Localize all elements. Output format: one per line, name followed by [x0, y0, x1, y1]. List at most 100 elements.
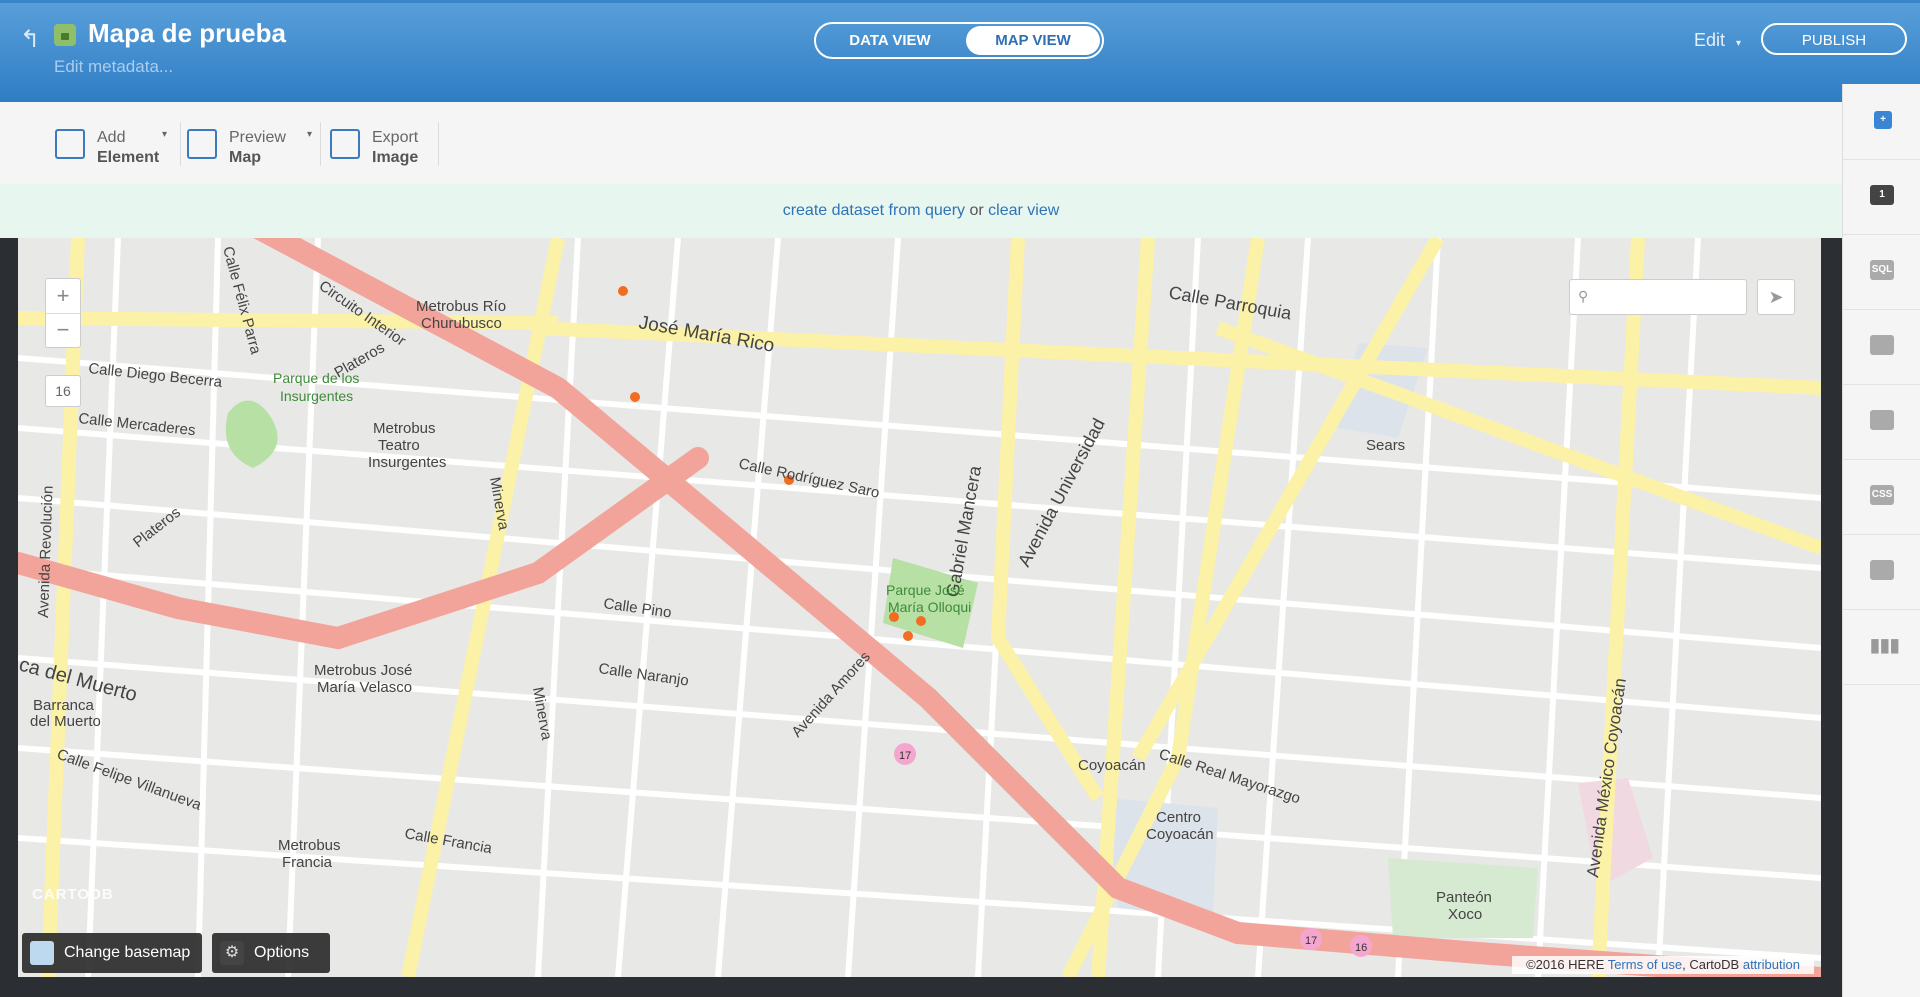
sidebar-item-legends[interactable]: [1843, 534, 1920, 610]
zoom-level: 16: [45, 375, 81, 407]
view-toggle: DATA VIEW MAP VIEW: [814, 22, 1104, 59]
svg-text:del Muerto: del Muerto: [30, 713, 101, 730]
svg-text:17: 17: [899, 750, 911, 762]
brush-icon: [1870, 335, 1894, 355]
zoom-control: + −: [45, 278, 81, 348]
preview-map-button[interactable]: Preview Map ▾: [187, 124, 317, 166]
css-icon: CSS: [1870, 485, 1894, 505]
preview-map-label: Preview: [229, 129, 286, 146]
map-canvas[interactable]: Circuito Interior José María Rico Calle …: [18, 238, 1821, 977]
sidebar-item-infowindow[interactable]: [1843, 384, 1920, 460]
create-dataset-link[interactable]: create dataset from query: [783, 202, 965, 219]
svg-text:María Velasco: María Velasco: [317, 679, 412, 696]
add-element-label: Add: [97, 129, 126, 146]
image-icon: [330, 129, 360, 159]
svg-text:17: 17: [1305, 935, 1317, 947]
map-search-input[interactable]: [1600, 285, 1740, 309]
sidebar-item-layer-1[interactable]: 1: [1843, 159, 1920, 235]
add-layer-icon: +: [1874, 111, 1892, 129]
park-insurgentes: [225, 400, 278, 468]
chevron-down-icon: ▾: [1736, 38, 1742, 49]
basemap: Circuito Interior José María Rico Calle …: [18, 238, 1821, 977]
back-icon[interactable]: ↰: [20, 25, 40, 54]
export-image-sublabel: Image: [372, 149, 419, 166]
edit-label: Edit: [1694, 30, 1726, 50]
query-bar: create dataset from query or clear view: [0, 184, 1842, 238]
toolbar-divider: [180, 122, 181, 166]
svg-text:Churubusco: Churubusco: [421, 315, 502, 332]
sql-icon: SQL: [1870, 260, 1894, 280]
options-label: Options: [254, 944, 310, 961]
svg-text:María Olloqui: María Olloqui: [888, 599, 971, 615]
toolbar-divider: [320, 122, 321, 166]
attribution-prefix: ©2016 HERE: [1526, 957, 1605, 972]
svg-text:Metrobus José: Metrobus José: [314, 662, 412, 679]
svg-text:Sears: Sears: [1366, 437, 1405, 454]
svg-text:Francia: Francia: [282, 854, 333, 871]
svg-text:Avenida Revolución: Avenida Revolución: [35, 485, 57, 618]
svg-text:Parque José: Parque José: [886, 582, 965, 598]
map-view-button[interactable]: MAP VIEW: [966, 26, 1100, 55]
preview-map-sublabel: Map: [229, 149, 261, 166]
svg-text:Coyoacán: Coyoacán: [1078, 757, 1146, 774]
map-search: ⚲: [1569, 279, 1747, 315]
map-attribution: ©2016 HERE Terms of use, CartoDB attribu…: [1512, 956, 1814, 974]
export-image-button[interactable]: Export Image: [330, 124, 430, 166]
attribution-sep: ,: [1682, 957, 1686, 972]
change-basemap-button[interactable]: Change basemap: [22, 933, 202, 973]
chevron-down-icon: ▾: [307, 129, 313, 140]
attribution-cartodb: CartoDB: [1689, 957, 1740, 972]
toolbar: Add Element ▾ Preview Map ▾ Export Image: [0, 102, 1842, 185]
svg-text:Teatro: Teatro: [378, 437, 420, 454]
sidebar-item-add-layer[interactable]: +: [1843, 84, 1920, 160]
svg-text:Parque de los: Parque de los: [273, 370, 359, 386]
basemap-icon: [30, 941, 54, 965]
options-button[interactable]: ⚙ Options: [212, 933, 330, 973]
bar-chart-icon: ▮▮▮: [1870, 635, 1900, 655]
sidebar-item-wizard[interactable]: [1843, 309, 1920, 385]
svg-text:16: 16: [1355, 942, 1367, 954]
preview-map-icon: [187, 129, 217, 159]
publish-button[interactable]: PUBLISH: [1761, 23, 1907, 55]
svg-text:Insurgentes: Insurgentes: [368, 454, 446, 471]
clear-view-link[interactable]: clear view: [988, 202, 1059, 219]
legend-icon: [1870, 560, 1894, 580]
zoom-out-button[interactable]: −: [46, 313, 80, 347]
svg-text:Xoco: Xoco: [1448, 906, 1482, 923]
or-text: or: [969, 202, 984, 219]
svg-text:Coyoacán: Coyoacán: [1146, 826, 1214, 843]
lock-icon[interactable]: [54, 24, 76, 46]
search-icon: ⚲: [1578, 288, 1589, 304]
svg-text:Panteón: Panteón: [1436, 889, 1492, 906]
svg-text:Metrobus Río: Metrobus Río: [416, 298, 506, 315]
sidebar-item-filters[interactable]: ▮▮▮: [1843, 609, 1920, 685]
layer-1-icon: 1: [1870, 185, 1894, 205]
svg-text:Avenida Amores: Avenida Amores: [788, 648, 874, 740]
map-title[interactable]: Mapa de prueba: [88, 18, 286, 49]
attribution-link[interactable]: attribution: [1743, 957, 1800, 972]
zoom-in-button[interactable]: +: [46, 279, 80, 314]
edit-metadata-link[interactable]: Edit metadata...: [54, 57, 173, 77]
add-element-button[interactable]: Add Element ▾: [55, 124, 175, 166]
svg-text:Calle Félix Parra: Calle Félix Parra: [219, 245, 264, 357]
edit-menu[interactable]: Edit ▾: [1694, 30, 1741, 51]
sidebar-item-sql[interactable]: SQL: [1843, 234, 1920, 310]
app-header: ↰ Mapa de prueba Edit metadata... DATA V…: [0, 0, 1920, 102]
terms-link[interactable]: Terms of use: [1608, 957, 1682, 972]
data-view-button[interactable]: DATA VIEW: [820, 26, 960, 55]
export-image-label: Export: [372, 129, 419, 146]
toolbar-divider: [438, 122, 439, 166]
svg-text:Calle Francia: Calle Francia: [403, 825, 494, 857]
sidebar-item-css[interactable]: CSS: [1843, 459, 1920, 535]
right-sidebar: + 1 SQL CSS ▮▮▮: [1842, 84, 1920, 997]
svg-text:Centro: Centro: [1156, 809, 1201, 826]
svg-text:José María Rico: José María Rico: [637, 312, 776, 357]
comment-icon: [1870, 410, 1894, 430]
svg-text:Metrobus: Metrobus: [278, 837, 341, 854]
locate-icon[interactable]: ➤: [1757, 279, 1795, 315]
svg-text:Calle Diego Becerra: Calle Diego Becerra: [88, 360, 224, 391]
chevron-down-icon: ▾: [162, 129, 168, 140]
change-basemap-label: Change basemap: [64, 944, 191, 961]
svg-text:Calle Parroquia: Calle Parroquia: [1167, 282, 1294, 323]
svg-text:Barranca: Barranca: [33, 697, 95, 714]
